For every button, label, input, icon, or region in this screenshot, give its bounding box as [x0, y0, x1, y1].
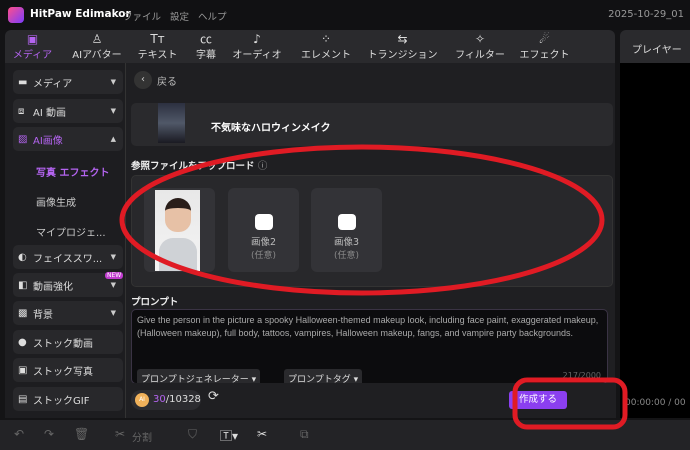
annotation-rect [512, 377, 628, 430]
annotation-overlay [119, 144, 628, 430]
annotation-ellipse [119, 144, 605, 296]
